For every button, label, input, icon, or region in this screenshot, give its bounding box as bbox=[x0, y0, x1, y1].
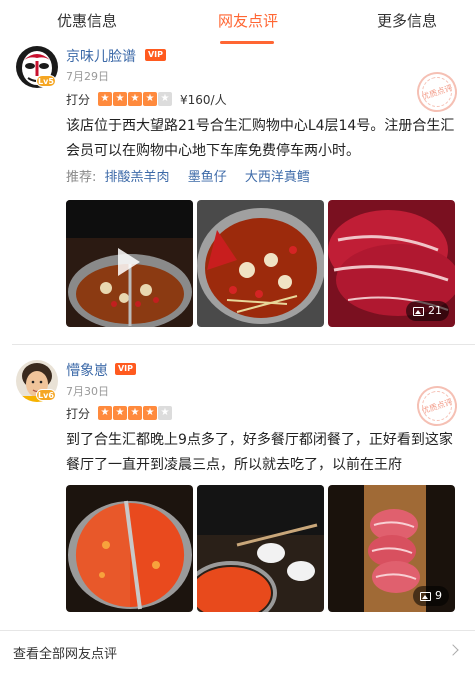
star-icon: ★ bbox=[128, 406, 142, 420]
star-icon: ★ bbox=[98, 406, 112, 420]
recommend-label: 推荐: bbox=[66, 170, 97, 185]
user-level-badge: Lv5 bbox=[36, 75, 56, 87]
review-text[interactable]: 到了合生汇都晚上9点多了，好多餐厅都闭餐了，正好看到这家餐厅了一直开到凌晨三点，… bbox=[66, 428, 464, 478]
quality-review-stamp: 优质点评 bbox=[411, 380, 463, 432]
tab-more-info[interactable]: 更多信息 bbox=[377, 10, 437, 31]
tab-user-reviews[interactable]: 网友点评 bbox=[218, 10, 278, 31]
dish-link[interactable]: 大西洋真鳕 bbox=[245, 170, 310, 185]
review-text[interactable]: 该店位于西大望路21号合生汇购物中心L4层14号。注册合生汇会员可以在购物中心地… bbox=[66, 114, 464, 164]
tab-bar: 优惠信息 网友点评 更多信息 bbox=[0, 0, 475, 44]
image-icon bbox=[420, 591, 431, 601]
review-photo[interactable]: 21 bbox=[328, 200, 455, 327]
star-empty-icon: ★ bbox=[158, 406, 172, 420]
play-icon bbox=[118, 248, 140, 276]
score-label: 打分 bbox=[66, 93, 91, 107]
review-date: 7月30日 bbox=[66, 385, 109, 398]
star-rating: ★ ★ ★ ★ ★ bbox=[98, 406, 172, 421]
review-photo[interactable] bbox=[197, 200, 324, 327]
review-photo[interactable] bbox=[197, 485, 324, 612]
star-icon: ★ bbox=[113, 406, 127, 420]
view-all-reviews-label[interactable]: 查看全部网友点评 bbox=[13, 643, 117, 662]
photo-count-badge: 21 bbox=[406, 301, 449, 321]
review-photo[interactable]: 9 bbox=[328, 485, 455, 612]
tab-discounts[interactable]: 优惠信息 bbox=[57, 10, 117, 31]
star-rating: ★ ★ ★ ★ ★ bbox=[98, 92, 172, 107]
image-icon bbox=[413, 306, 424, 316]
star-icon: ★ bbox=[128, 92, 142, 106]
price-per-person: ¥160/人 bbox=[180, 93, 227, 107]
divider bbox=[12, 344, 475, 345]
score-label: 打分 bbox=[66, 407, 91, 421]
review-card[interactable]: Lv5 京味儿脸谱 VIP 7月29日 优质点评 打分 ★ ★ ★ ★ ★ ¥1… bbox=[0, 44, 475, 344]
vip-badge: VIP bbox=[145, 49, 166, 61]
quality-review-stamp: 优质点评 bbox=[411, 66, 463, 118]
photo-count-badge: 9 bbox=[413, 586, 449, 606]
recommended-dishes: 推荐: 排酸羔羊肉 墨鱼仔 大西洋真鳕 bbox=[66, 166, 324, 185]
star-icon: ★ bbox=[98, 92, 112, 106]
star-icon: ★ bbox=[113, 92, 127, 106]
star-empty-icon: ★ bbox=[158, 92, 172, 106]
star-icon: ★ bbox=[143, 92, 157, 106]
dish-link[interactable]: 排酸羔羊肉 bbox=[105, 170, 170, 185]
review-photo[interactable] bbox=[66, 485, 193, 612]
dish-link[interactable]: 墨鱼仔 bbox=[188, 170, 227, 185]
review-card[interactable]: Lv6 懵象崽 VIP 7月30日 优质点评 打分 ★ ★ ★ ★ ★ 到了合生… bbox=[0, 352, 475, 622]
user-level-badge: Lv6 bbox=[36, 389, 56, 401]
star-icon: ★ bbox=[143, 406, 157, 420]
review-video-thumbnail[interactable] bbox=[66, 200, 193, 327]
vip-badge: VIP bbox=[115, 363, 136, 375]
chevron-right-icon bbox=[447, 644, 459, 656]
reviewer-name[interactable]: 懵象崽 bbox=[66, 360, 108, 380]
review-date: 7月29日 bbox=[66, 70, 109, 83]
reviewer-name[interactable]: 京味儿脸谱 bbox=[66, 46, 136, 66]
view-all-reviews-row[interactable]: 查看全部网友点评 bbox=[0, 630, 475, 676]
divider bbox=[0, 630, 475, 631]
